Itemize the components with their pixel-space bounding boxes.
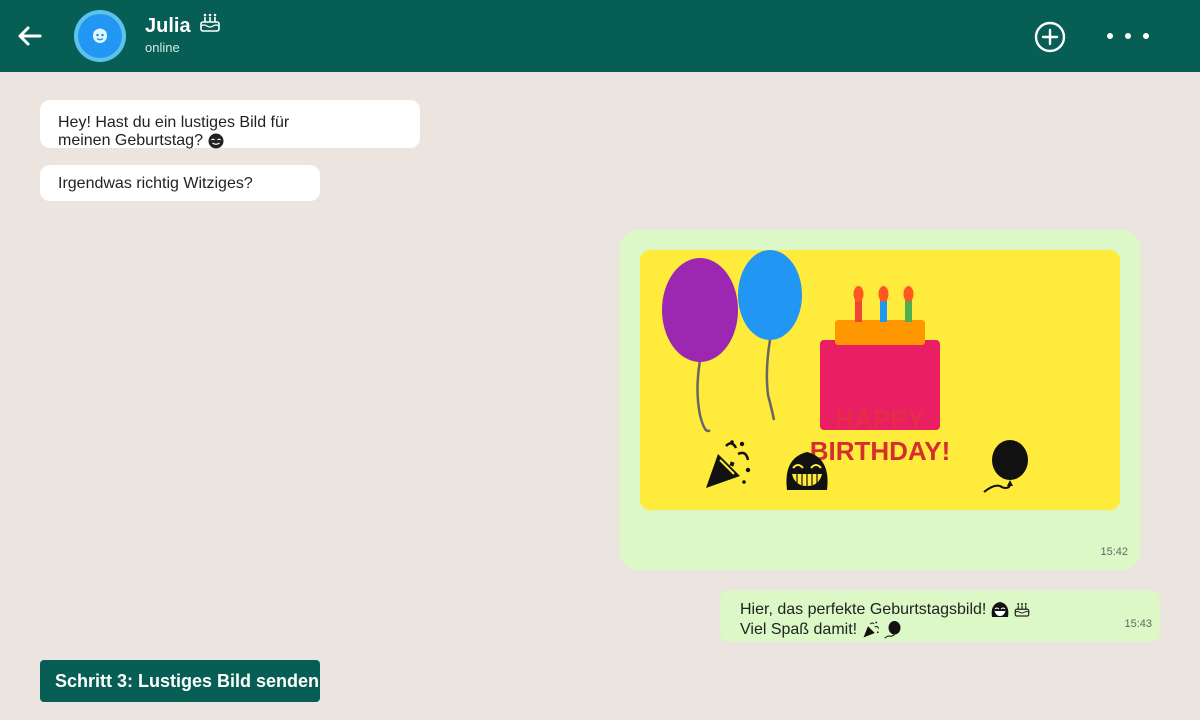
back-button[interactable] [14, 20, 46, 52]
birthday-image[interactable]: HAPPY BIRTHDAY! [640, 250, 1120, 510]
contact-avatar[interactable] [74, 10, 126, 62]
more-options-button[interactable] [1100, 24, 1156, 48]
balloon-icon [884, 620, 901, 639]
blush-icon [208, 133, 224, 149]
message-text: Hey! Hast du ein lustiges Bild für [58, 114, 290, 131]
message-time: 15:42 [1100, 546, 1128, 558]
arrow-left-icon [18, 26, 42, 46]
outgoing-image-message[interactable]: HAPPY BIRTHDAY! 15:42 [620, 230, 1140, 570]
image-text-happy: HAPPY [835, 404, 925, 434]
plus-circle-icon [1034, 21, 1066, 53]
avatar-face-icon [93, 28, 107, 43]
message-text-line: meinen Geburtstag? [58, 132, 402, 150]
party-popper-icon [863, 621, 879, 638]
message-text: Irgendwas richtig Witziges? [58, 175, 253, 192]
contact-name: Julia [145, 12, 222, 38]
birthday-illustration: HAPPY BIRTHDAY! [662, 250, 1028, 493]
outgoing-message[interactable]: Hier, das perfekte Geburtstagsbild! Viel… [720, 590, 1160, 642]
laughing-face-icon [991, 601, 1009, 617]
balloon-icon [983, 440, 1028, 493]
cake-top [835, 320, 925, 345]
purple-balloon [662, 258, 738, 362]
more-dots-icon [1107, 33, 1149, 39]
message-text-line: Viel Spaß damit! [740, 620, 1140, 640]
party-popper-icon [706, 440, 751, 488]
send-funny-image-step-button[interactable]: Schritt 3: Lustiges Bild senden [40, 660, 320, 702]
incoming-message[interactable]: Irgendwas richtig Witziges? [40, 165, 320, 201]
chat-header: Julia online [0, 0, 1200, 72]
incoming-message[interactable]: Hey! Hast du ein lustiges Bild für meine… [40, 100, 420, 150]
contact-status: online [145, 40, 180, 55]
cake-icon [1014, 602, 1030, 617]
message-time: 15:43 [1124, 618, 1152, 630]
image-text-birthday: BIRTHDAY! [810, 436, 951, 466]
message-text-line: Hier, das perfekte Geburtstagsbild! [740, 600, 1140, 620]
blue-balloon [738, 250, 802, 340]
cake-icon [200, 13, 220, 32]
add-button[interactable] [1033, 20, 1067, 54]
